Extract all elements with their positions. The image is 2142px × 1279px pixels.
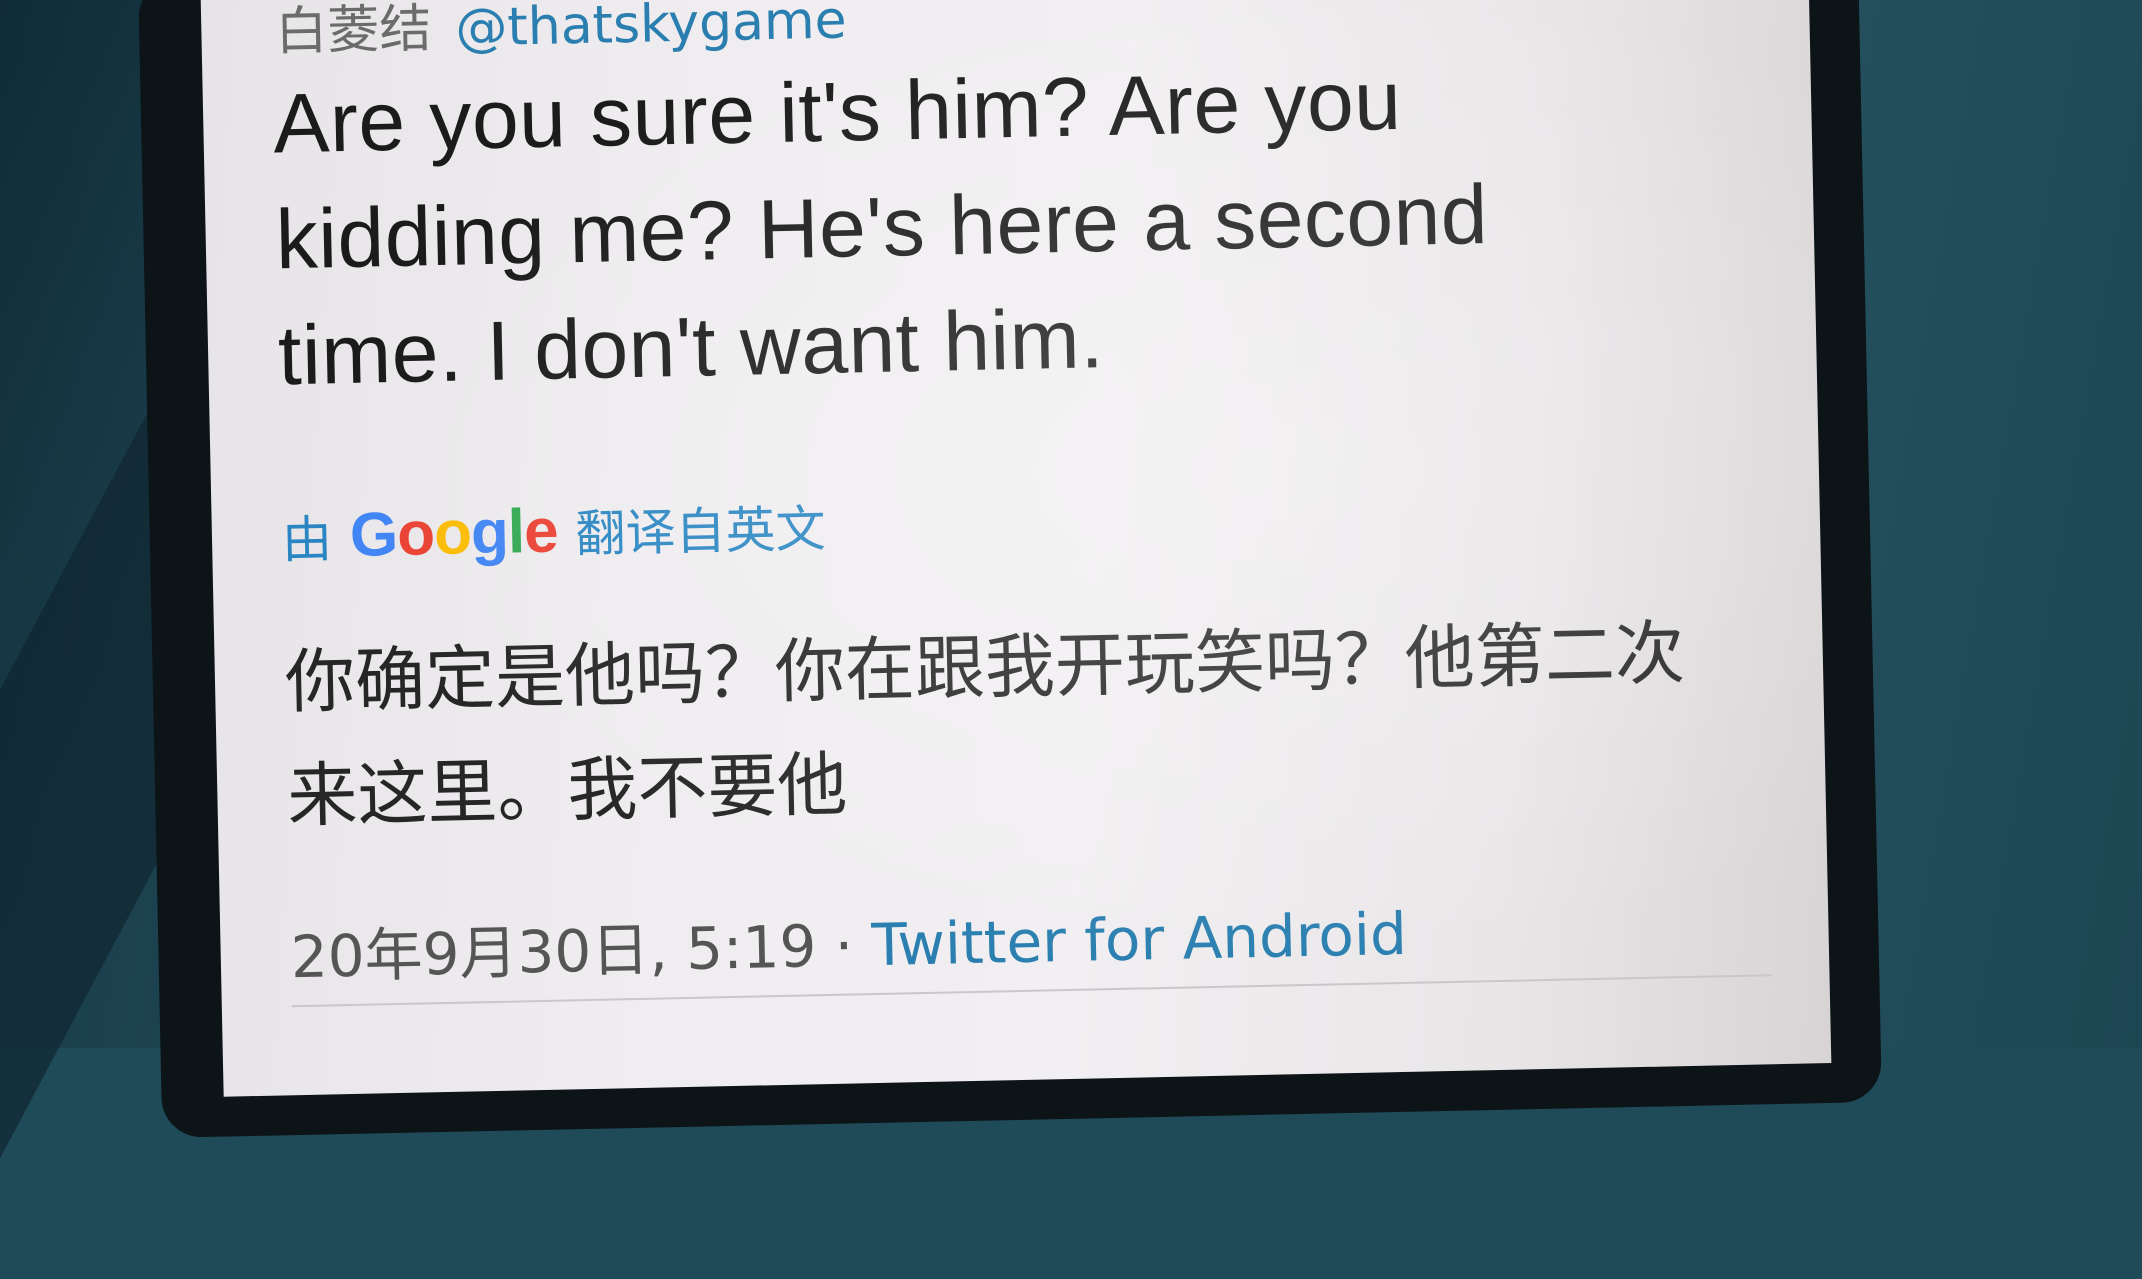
tweet-source[interactable]: Twitter for Android: [871, 900, 1408, 979]
tweet-meta: 20年9月30日, 5:19 · Twitter for Android: [290, 887, 1408, 994]
tweet-timestamp[interactable]: 20年9月30日, 5:19 ·: [290, 912, 854, 992]
translation-suffix: 翻译自英文: [574, 499, 827, 564]
author-handle[interactable]: @thatskygame: [455, 0, 847, 59]
translation-attribution[interactable]: 由 Google 翻译自英文: [281, 489, 826, 572]
translated-text: 你确定是他吗？你在跟我开玩笑吗？他第二次来这里。我不要他: [284, 612, 1686, 838]
google-logo-icon: Google: [349, 496, 559, 570]
translation-prefix: 由: [281, 510, 333, 570]
phone-screen: 白菱结 @thatskygame Are you sure it's him? A…: [200, 0, 1832, 1097]
tweet-text: Are you sure it's him? Are you kidding m…: [272, 52, 1489, 403]
author-name[interactable]: 白菱结: [275, 0, 432, 62]
